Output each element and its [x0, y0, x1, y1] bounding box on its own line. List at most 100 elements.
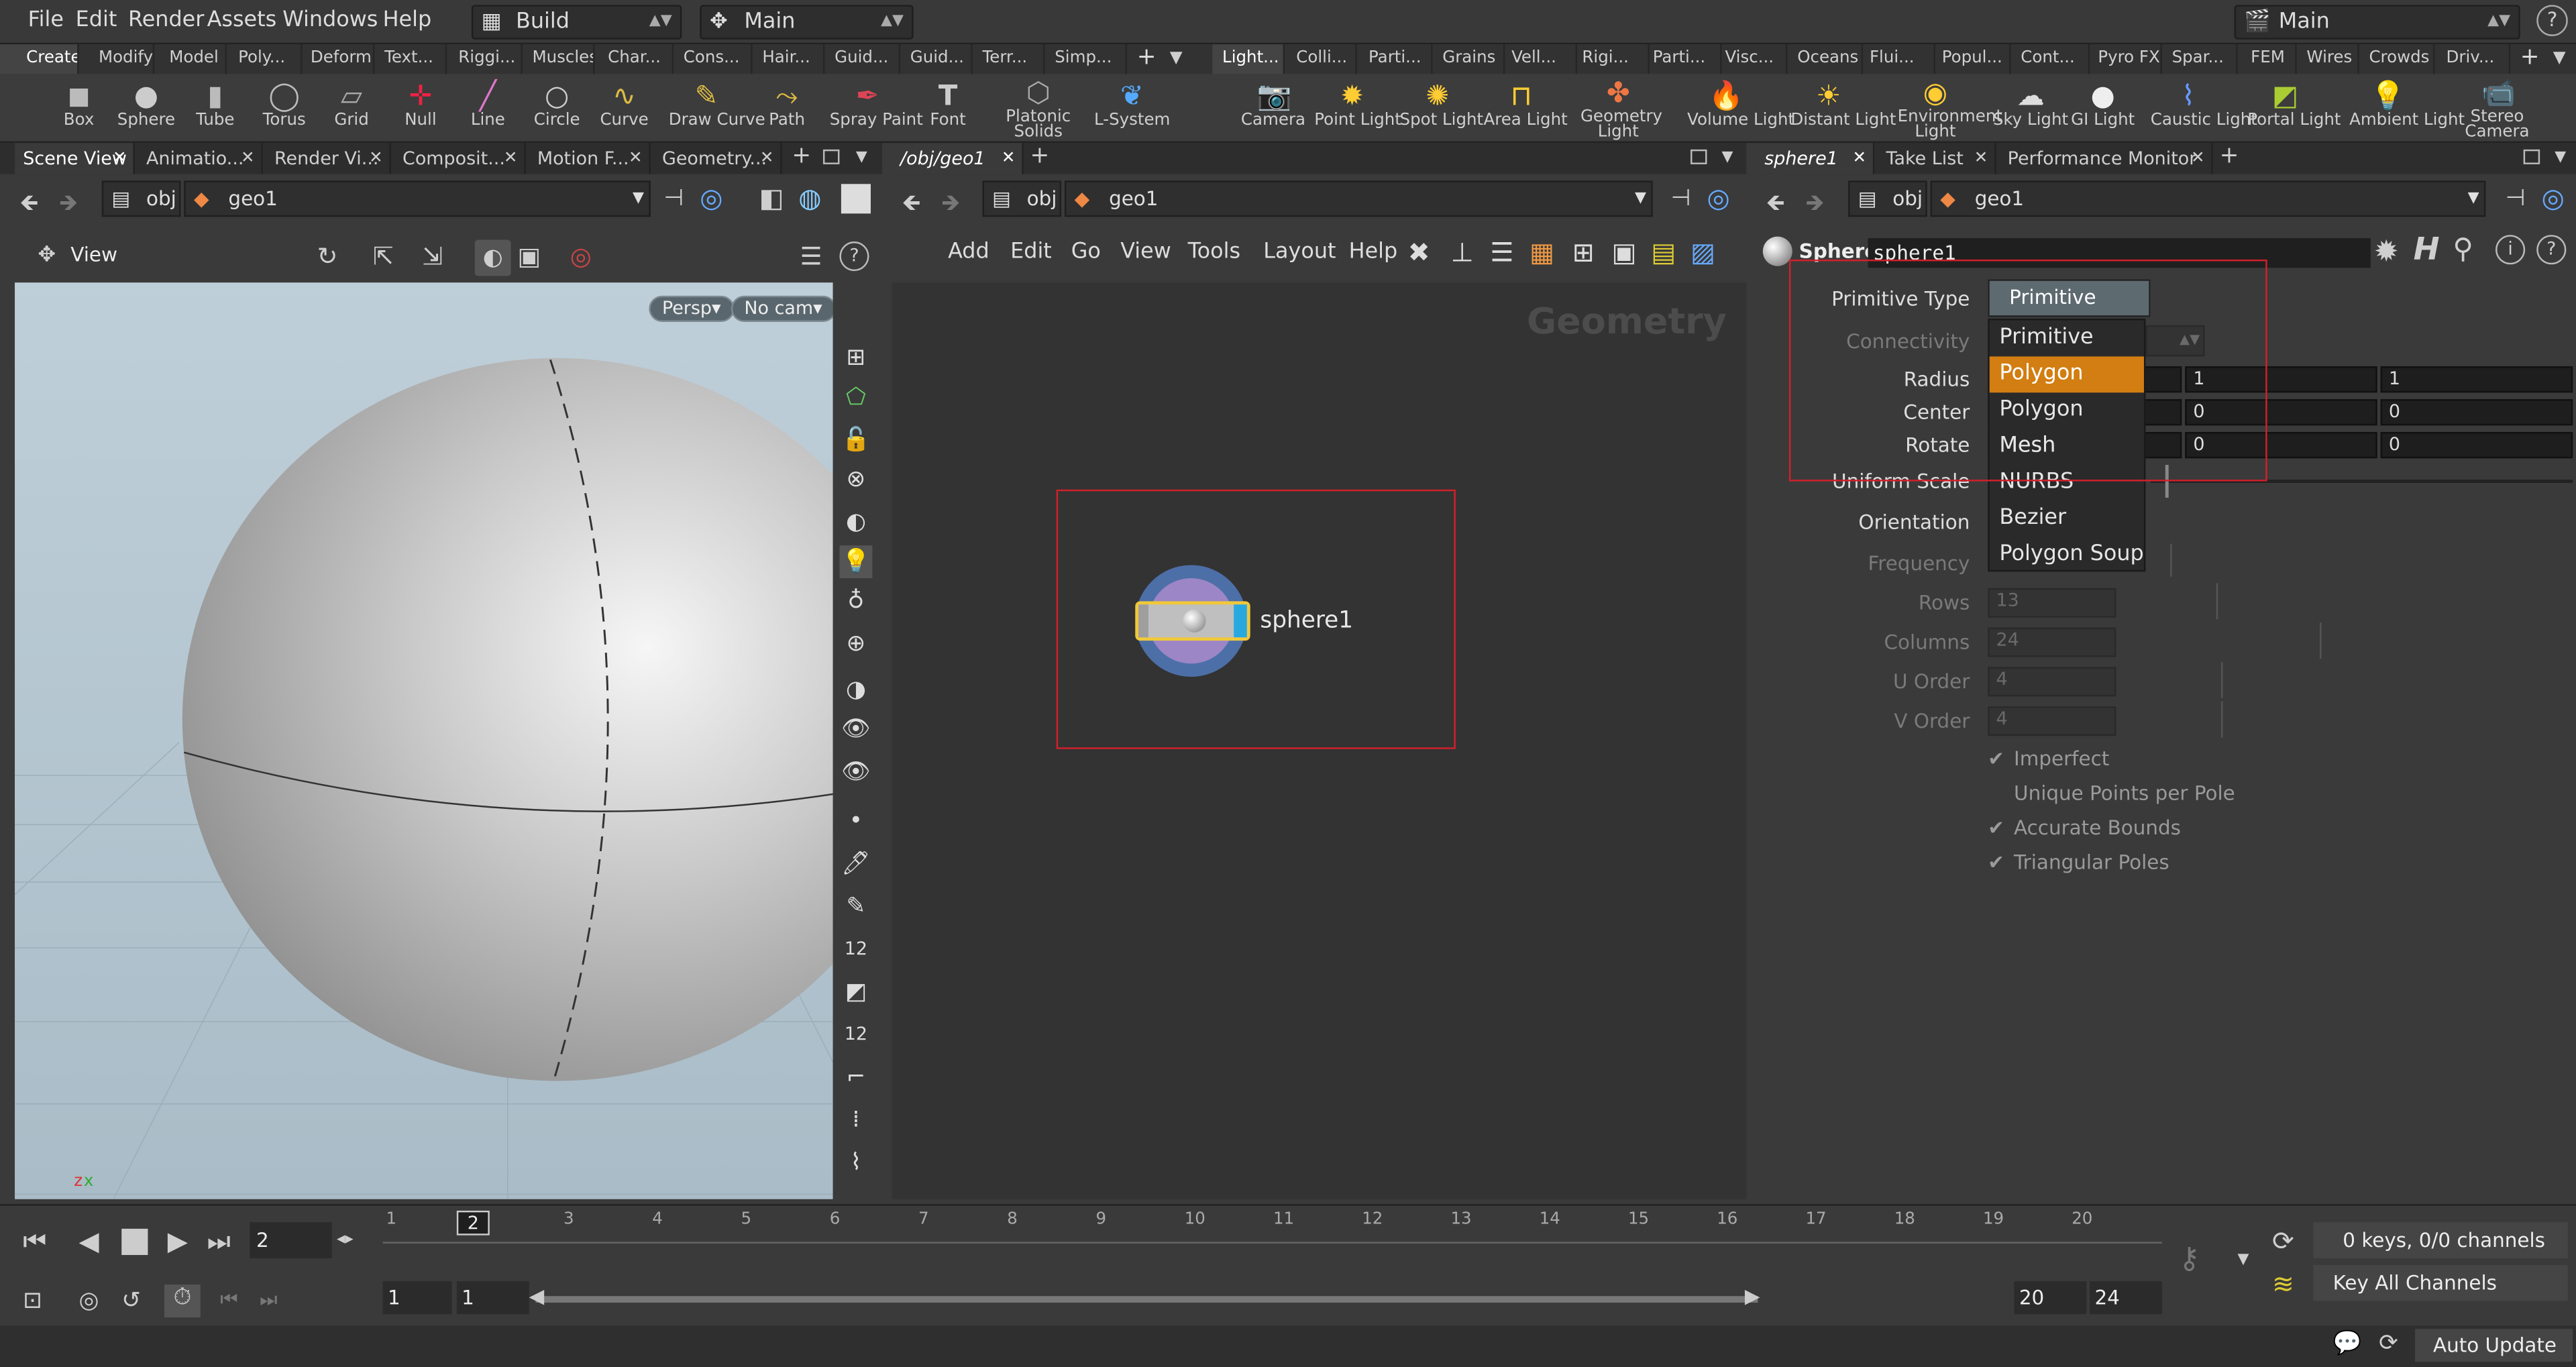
shelf-tab-particles[interactable]: Parti...	[1357, 44, 1433, 74]
tab-geometry[interactable]: Geometry... ✕	[654, 143, 782, 174]
shelf-tab-text[interactable]: Text...	[374, 44, 447, 74]
shelf-tab-rigid[interactable]: Rigi...	[1577, 44, 1650, 74]
brush-icon[interactable]: 🖊	[839, 848, 872, 881]
display-options-icon[interactable]: ◍	[798, 182, 821, 214]
tool-line[interactable]: ╱ Line	[450, 74, 526, 143]
add-shelf-icon[interactable]: +	[2520, 44, 2540, 72]
timer-icon[interactable]: ⏱	[164, 1284, 201, 1318]
shelf-tab-lights[interactable]: Light...	[1212, 44, 1285, 74]
number-12-icon[interactable]: 12	[839, 1018, 872, 1051]
shelf-tab-fem[interactable]: FEM	[2238, 44, 2297, 74]
persp-menu[interactable]: Persp▾	[649, 295, 735, 323]
tool-grid[interactable]: ▱ Grid	[314, 74, 390, 143]
path-geo[interactable]: ◆ geo1 ▼	[1064, 180, 1653, 217]
forward-arrow-icon[interactable]: 🡺	[59, 186, 78, 225]
shelf-tab-fluids[interactable]: Flui...	[1863, 44, 1935, 74]
tool-font[interactable]: T Font	[910, 74, 986, 143]
auto-update-button[interactable]: Auto Update	[2415, 1329, 2573, 1362]
search-icon[interactable]: ⚲	[2453, 233, 2473, 266]
shelf-tab-collisions[interactable]: Colli...	[1285, 44, 1357, 74]
lighting-icon[interactable]: ◐	[839, 506, 872, 539]
shelf-tab-drive[interactable]: Driv...	[2434, 44, 2511, 74]
shelf-tab-viscous[interactable]: Visc...	[1722, 44, 1788, 74]
shelf-tab-deform[interactable]: Deform	[303, 44, 375, 74]
tab-performance-monitor[interactable]: Performance Monitor ✕	[1999, 143, 2213, 174]
shelf-tab-poly[interactable]: Poly...	[227, 44, 303, 74]
select-visible-icon[interactable]: ◩	[839, 976, 872, 1009]
tool-camera[interactable]: 📷 Camera	[1236, 74, 1311, 143]
link-icon[interactable]: ◎	[700, 182, 722, 214]
shelf-tab-model[interactable]: Model	[154, 44, 227, 74]
triangular-poles-toggle[interactable]: ✔ Triangular Poles	[1988, 851, 2169, 874]
tab-motion-fx[interactable]: Motion F... ✕	[529, 143, 651, 174]
shelf-tab-terrain[interactable]: Terr...	[973, 44, 1045, 74]
channels-icon[interactable]: ≋	[2272, 1268, 2294, 1300]
maximize-icon[interactable]	[1690, 149, 1707, 164]
rotate-z-field[interactable]: 0	[2380, 432, 2573, 459]
tool-circle[interactable]: ○ Circle	[519, 74, 595, 143]
cube-view-icon[interactable]: ◧	[759, 182, 784, 214]
close-icon[interactable]: ✕	[1974, 143, 1988, 174]
path-geo[interactable]: ◆ geo1 ▼	[1930, 180, 2486, 217]
back-arrow-icon[interactable]: 🡸	[19, 186, 38, 225]
shelf-tab-pyro[interactable]: Pyro FX	[2090, 44, 2162, 74]
geometry-display-icon[interactable]: ⬠	[839, 381, 872, 414]
maximize-icon[interactable]	[822, 149, 840, 164]
sync-icon[interactable]: ⟳	[2379, 1331, 2398, 1357]
close-icon[interactable]: ✕	[2191, 143, 2205, 174]
shelf-tab-modify[interactable]: Modify	[79, 44, 155, 74]
shelf-tab-hair[interactable]: Hair...	[753, 44, 825, 74]
handle-icon[interactable]: ⇲	[422, 241, 443, 271]
shelf-tab-rigging[interactable]: Riggi...	[447, 44, 523, 74]
range-start2-field[interactable]: 1	[456, 1281, 529, 1315]
pin-icon[interactable]: ⊣	[663, 186, 684, 212]
close-icon[interactable]: ✕	[760, 143, 774, 174]
loop-icon[interactable]: ↺	[121, 1288, 141, 1314]
close-icon[interactable]: ✕	[1853, 143, 1867, 174]
close-icon[interactable]: ✕	[241, 143, 255, 174]
help-icon[interactable]: ?	[2536, 235, 2567, 265]
chevron-down-icon[interactable]: ▼	[2238, 1252, 2249, 1268]
number-12-icon[interactable]: 12	[839, 933, 872, 966]
play-icon[interactable]: ▶	[168, 1225, 188, 1257]
range-end-field[interactable]: 20	[2014, 1281, 2087, 1315]
tool-geometry-light[interactable]: ✤ Geometry Light	[1580, 74, 1662, 143]
menu-windows[interactable]: Windows	[282, 8, 378, 33]
tool-sky-light[interactable]: ☁ Sky Light	[1993, 74, 2069, 143]
columns-field[interactable]: 24	[1988, 627, 2116, 657]
network-menu-go[interactable]: Go	[1071, 240, 1101, 265]
menu-help[interactable]: Help	[383, 8, 432, 33]
tool-ambient-light[interactable]: 💡 Ambient Light	[2349, 74, 2465, 143]
tool-environment-light[interactable]: ◉ Environment Light	[1898, 74, 2002, 143]
back-arrow-icon[interactable]: 🡸	[1766, 186, 1785, 225]
light-icon[interactable]: ♁	[839, 585, 872, 618]
camera-menu[interactable]: No cam▾	[731, 295, 836, 323]
snapshot-icon[interactable]	[841, 184, 871, 214]
back-arrow-icon[interactable]: 🡸	[902, 186, 921, 225]
frequency-slider[interactable]	[2170, 543, 2172, 577]
step-icons[interactable]: ◂▸	[337, 1230, 354, 1248]
link-icon[interactable]: ◎	[1707, 182, 1730, 214]
columns-slider[interactable]	[2319, 622, 2322, 659]
play-reverse-icon[interactable]: ◀	[79, 1225, 99, 1257]
network-menu-help[interactable]: Help	[1349, 240, 1398, 265]
tool-options-icon[interactable]: ☰	[800, 241, 822, 271]
tree-view-icon[interactable]: ⊥	[1450, 237, 1473, 268]
help-icon[interactable]: ?	[2536, 5, 2568, 36]
range-start-handle[interactable]: ◀	[529, 1284, 545, 1307]
tab-scene-view[interactable]: Scene View ✕	[15, 143, 135, 174]
shelf-tab-muscles[interactable]: Muscles	[523, 44, 595, 74]
help-icon[interactable]: ?	[839, 241, 869, 272]
shelf-tab-sparse[interactable]: Spar...	[2162, 44, 2238, 74]
network-menu-edit[interactable]: Edit	[1010, 240, 1052, 265]
tool-box[interactable]: ◼ Box	[41, 74, 117, 143]
next-key-icon[interactable]: ⏭	[260, 1288, 277, 1313]
add-tab-icon[interactable]: +	[2220, 143, 2239, 171]
shelf-tab-cons[interactable]: Cons...	[674, 44, 753, 74]
current-frame-field[interactable]: 2	[250, 1222, 332, 1258]
tab-sphere1[interactable]: sphere1 ✕	[1756, 143, 1875, 174]
shelf-tab-guide2[interactable]: Guid...	[900, 44, 973, 74]
tool-sphere[interactable]: ● Sphere	[109, 74, 184, 143]
radius-z-field[interactable]: 1	[2380, 366, 2573, 393]
list-view-icon[interactable]: ☰	[1490, 237, 1513, 268]
